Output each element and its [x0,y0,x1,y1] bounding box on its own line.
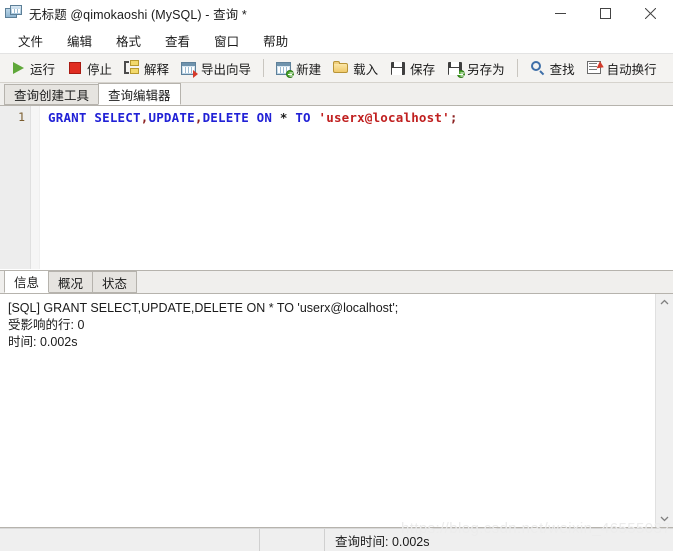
run-button-label: 运行 [30,62,56,77]
word-wrap-button-label: 自动换行 [606,62,657,77]
stop-button-label: 停止 [87,62,113,77]
explain-icon [124,60,140,76]
status-cell-2 [260,529,325,551]
query-time-status: 查询时间: 0.002s [335,534,430,549]
scroll-down-button[interactable] [656,510,673,527]
toolbar-separator-1 [263,59,265,77]
run-button[interactable]: 运行 [4,55,61,81]
tab-information[interactable]: 信息 [4,270,50,293]
open-folder-icon [333,60,349,76]
log-line: [SQL] GRANT SELECT,UPDATE,DELETE ON * TO… [8,301,399,315]
search-icon [530,60,546,76]
chevron-down-icon [660,516,669,522]
app-icon [5,5,23,21]
menu-file[interactable]: 文件 [6,28,55,53]
save-as-button[interactable]: 另存为 [441,55,511,81]
code-line-1: GRANT SELECT,UPDATE,DELETE ON * TO 'user… [48,109,673,126]
line-number: 1 [18,110,25,124]
find-button-label: 查找 [549,62,575,77]
maximize-icon [600,7,611,19]
play-icon [10,60,26,76]
save-as-icon [447,60,466,78]
code-area[interactable]: GRANT SELECT,UPDATE,DELETE ON * TO 'user… [40,106,673,269]
load-button-label: 载入 [353,62,379,77]
log-vertical-scrollbar[interactable] [655,294,673,527]
sql-editor[interactable]: 1 GRANT SELECT,UPDATE,DELETE ON * TO 'us… [0,106,673,270]
close-button[interactable] [628,0,673,26]
window-title: 无标题 @qimokaoshi (MySQL) - 查询 * [29,7,247,22]
new-query-button[interactable]: 新建 [270,55,327,81]
sql-token: ; [449,110,458,125]
information-panel: [SQL] GRANT SELECT,UPDATE,DELETE ON * TO… [0,294,673,528]
tab-status[interactable]: 状态 [92,271,138,293]
sql-token: UPDATE [148,110,195,125]
tab-query-builder[interactable]: 查询创建工具 [4,84,100,105]
menu-bar: 文件 编辑 格式 查看 窗口 帮助 [0,27,673,54]
minimize-button[interactable] [538,0,583,26]
load-button[interactable]: 载入 [327,55,384,81]
menu-window[interactable]: 窗口 [202,28,251,53]
log-line: 受影响的行: 0 [8,318,85,332]
export-wizard-button-label: 导出向导 [201,62,252,77]
find-button[interactable]: 查找 [524,55,581,81]
log-content[interactable]: [SQL] GRANT SELECT,UPDATE,DELETE ON * TO… [0,294,655,527]
title-bar: 无标题 @qimokaoshi (MySQL) - 查询 * [0,0,673,27]
menu-view[interactable]: 查看 [153,28,202,53]
sql-token: SELECT [94,110,141,125]
save-button-label: 保存 [410,62,436,77]
toolbar-separator-2 [516,59,518,77]
scroll-track[interactable] [656,311,673,510]
new-query-icon [276,60,295,78]
word-wrap-icon [586,60,606,76]
explain-button[interactable]: 解释 [118,55,175,81]
toolbar: 运行 停止 解释 导出向导 新建 载入 保存 另存为 查找 自动换行 [0,54,673,83]
stop-icon [67,60,83,76]
menu-format[interactable]: 格式 [104,28,153,53]
export-wizard-icon [181,60,199,78]
save-icon [390,60,406,76]
window-controls [538,0,673,26]
sql-token: TO [295,110,311,125]
sql-token: , [194,110,203,125]
log-line: 时间: 0.002s [8,335,78,349]
scroll-up-button[interactable] [656,294,673,311]
sql-token: 'userx@localhost' [318,110,450,125]
save-as-button-label: 另存为 [467,62,505,77]
stop-button[interactable]: 停止 [61,55,118,81]
export-wizard-button[interactable]: 导出向导 [175,55,257,81]
tab-query-editor[interactable]: 查询编辑器 [98,83,181,105]
sql-token: DELETE [202,110,249,125]
explain-button-label: 解释 [144,62,170,77]
menu-edit[interactable]: 编辑 [55,28,104,53]
sql-token: GRANT [48,110,87,125]
status-cell-1 [0,529,260,551]
status-bar: 查询时间: 0.002s [0,528,673,551]
result-tab-strip: 信息 概况 状态 [0,270,673,294]
word-wrap-button[interactable]: 自动换行 [581,55,663,81]
line-number-gutter: 1 [0,106,31,269]
save-button[interactable]: 保存 [384,55,441,81]
maximize-button[interactable] [583,0,628,26]
menu-help[interactable]: 帮助 [251,28,300,53]
fold-margin [31,106,40,269]
new-query-button-label: 新建 [296,62,322,77]
minimize-icon [555,12,566,14]
query-editor-window: 无标题 @qimokaoshi (MySQL) - 查询 * 文件 编辑 格式 … [0,0,673,551]
sql-token: * [279,110,288,125]
tab-profile[interactable]: 概况 [48,271,94,293]
sql-token: ON [256,110,273,125]
chevron-up-icon [660,299,669,305]
close-icon [645,7,656,19]
editor-tab-strip: 查询创建工具 查询编辑器 [0,83,673,106]
